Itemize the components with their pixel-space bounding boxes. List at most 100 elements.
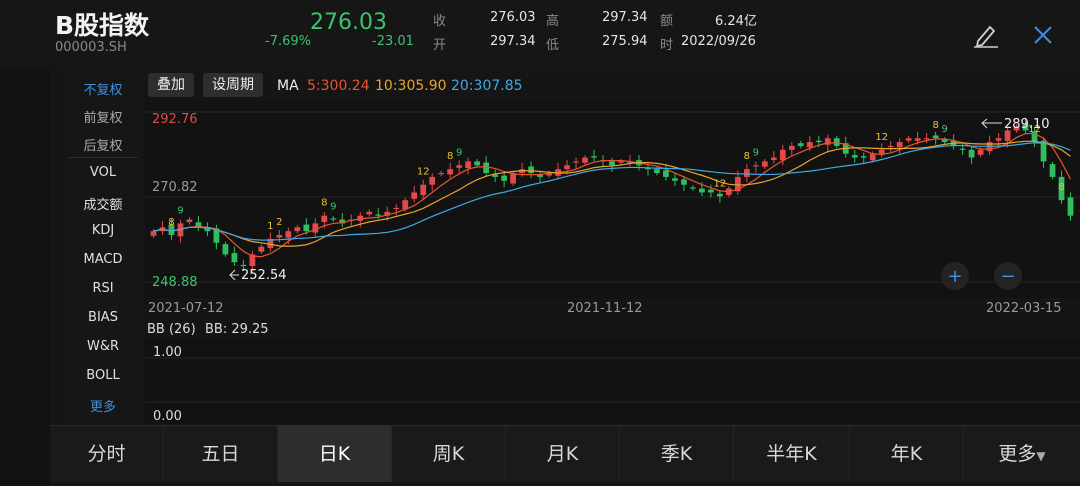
open-label: 开: [433, 38, 447, 53]
candle-body: [321, 215, 328, 223]
tab-quarterly-k[interactable]: 季K: [620, 426, 734, 482]
low-value: 275.94: [602, 34, 648, 49]
candle-body: [285, 231, 292, 238]
candle-body: [528, 166, 534, 174]
sub-pane-bg: [145, 338, 1080, 424]
candle-body: [743, 169, 750, 177]
indicator-kdj[interactable]: KDJ: [62, 223, 144, 238]
candle-body: [420, 184, 427, 196]
price-tick-mid: 270.82: [152, 180, 198, 195]
fq-none-button[interactable]: 不复权: [62, 79, 144, 98]
min-price-label: 252.54: [241, 268, 287, 283]
set-period-button[interactable]: 设周期: [203, 73, 263, 97]
candle-body: [276, 235, 283, 238]
edit-pen-icon[interactable]: [972, 22, 1000, 52]
td-count-label: 8: [321, 198, 327, 209]
candle-body: [959, 148, 966, 150]
candle-body: [788, 145, 795, 150]
candle-body: [770, 157, 777, 161]
side-menu: 不复权 前复权 后复权 VOL 成交额 KDJ MACD RSI BIAS W&…: [62, 68, 144, 424]
candle-body: [878, 149, 885, 154]
tab-daily-k[interactable]: 日K: [278, 426, 392, 482]
candle-body: [240, 264, 247, 267]
candle-body: [932, 135, 939, 139]
indicator-more-button[interactable]: 更多: [62, 396, 144, 415]
candle-body: [815, 140, 822, 143]
tab-monthly-k[interactable]: 月K: [506, 426, 620, 482]
candle-body: [303, 224, 310, 232]
candle-body: [663, 170, 669, 177]
date-tick-mid: 2021-11-12: [567, 301, 643, 316]
high-label: 高: [546, 14, 560, 29]
tab-halfyear-k[interactable]: 半年K: [734, 426, 850, 482]
side-divider: [68, 157, 138, 158]
sub-tick-bottom: 0.00: [153, 409, 182, 424]
index-name: B股指数: [55, 11, 150, 40]
overlay-button[interactable]: 叠加: [148, 73, 194, 97]
indicator-wr[interactable]: W&R: [62, 339, 144, 354]
ma-label: MA: [277, 78, 299, 94]
sub-indicator-value: BB: 29.25: [205, 322, 269, 337]
candle-body: [1049, 164, 1056, 177]
candle-body: [905, 138, 912, 141]
candle-body: [806, 142, 813, 148]
sub-tick-top: 1.00: [153, 345, 182, 360]
open-value: 297.34: [490, 34, 536, 49]
candle-body: [717, 193, 723, 197]
candle-body: [752, 165, 759, 167]
candle-body: [761, 161, 768, 167]
td-count-label: 12: [417, 167, 430, 178]
zoom-in-icon: +: [947, 266, 962, 287]
candle-body: [465, 161, 472, 169]
date-tick-left: 2021-07-12: [148, 301, 224, 316]
fq-forward-button[interactable]: 前复权: [62, 107, 144, 126]
candle-body: [411, 192, 418, 199]
candle-body: [312, 223, 319, 233]
candle-body: [393, 207, 400, 210]
fq-backward-button[interactable]: 后复权: [62, 135, 144, 154]
td-count-label: 9: [753, 147, 759, 158]
candle-body: [851, 155, 858, 158]
candle-body: [968, 149, 975, 158]
td-count-label: 8: [168, 217, 174, 228]
tab-weekly-k[interactable]: 周K: [392, 426, 506, 482]
candle-body: [483, 162, 490, 174]
candle-body: [564, 165, 570, 170]
candle-body: [690, 187, 696, 189]
tab-more-label: 更多: [998, 443, 1037, 465]
zoom-out-button[interactable]: −: [994, 262, 1022, 290]
zoom-in-button[interactable]: +: [941, 262, 969, 290]
left-edge-bar: [0, 68, 50, 486]
candle-body: [330, 218, 337, 220]
close-icon[interactable]: [1032, 24, 1054, 50]
quote-header: B股指数 000003.SH 276.03 -7.69% -23.01 收 27…: [0, 0, 1080, 68]
last-price: 276.03: [310, 10, 387, 35]
td-count-label: 8: [447, 151, 453, 162]
zoom-out-icon: −: [1000, 266, 1015, 287]
td-count-label: 1: [267, 221, 273, 232]
indicator-rsi[interactable]: RSI: [62, 281, 144, 296]
change-amount: -23.01: [372, 34, 414, 49]
candle-body: [860, 156, 867, 158]
indicator-boll[interactable]: BOLL: [62, 368, 144, 383]
amount-label: 额: [660, 14, 674, 29]
indicator-vol[interactable]: VOL: [62, 165, 144, 180]
indicator-bias[interactable]: BIAS: [62, 310, 144, 325]
close-value: 276.03: [490, 10, 536, 25]
candle-body: [573, 161, 579, 163]
indicator-turnover[interactable]: 成交额: [62, 194, 144, 213]
candle-body: [923, 138, 930, 140]
tab-intraday[interactable]: 分时: [50, 426, 164, 482]
amount-value: 6.24亿: [715, 14, 757, 29]
candle-body: [429, 176, 436, 185]
tab-yearly-k[interactable]: 年K: [850, 426, 964, 482]
candle-body: [474, 161, 481, 166]
index-code: 000003.SH: [55, 40, 127, 55]
tab-five-day[interactable]: 五日: [164, 426, 278, 482]
indicator-macd[interactable]: MACD: [62, 252, 144, 267]
tab-more[interactable]: 更多▼: [964, 426, 1080, 482]
ma20-value: 20:307.85: [451, 78, 523, 94]
kline-svg[interactable]: 891 28 98 9128 912128 9 1289 292.76 270.82 248…: [145, 102, 1080, 424]
candle-body: [618, 161, 624, 163]
td-count-label: 12: [714, 178, 727, 189]
